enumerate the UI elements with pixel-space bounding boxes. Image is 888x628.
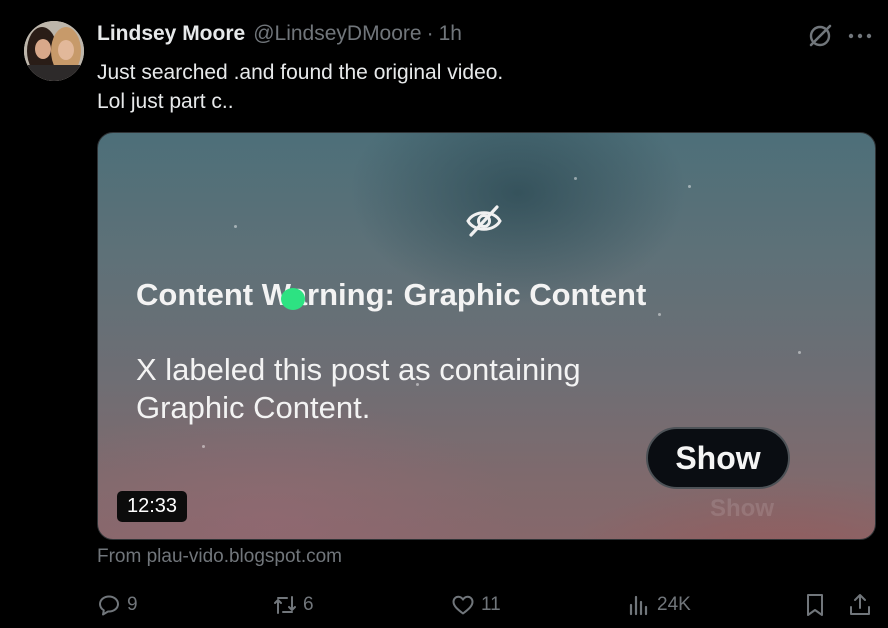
repost-button[interactable]: 6 xyxy=(273,592,314,618)
tweet-header: Lindsey Moore @LindseyDMoore · 1h xyxy=(97,22,462,50)
speck xyxy=(658,313,661,316)
tweet-text: Just searched .and found the original vi… xyxy=(97,58,503,116)
author-name[interactable]: Lindsey Moore xyxy=(97,22,245,46)
avatar-image xyxy=(24,21,84,81)
highlight-dot xyxy=(281,288,305,310)
repost-icon xyxy=(274,596,296,614)
more-icon[interactable] xyxy=(847,30,873,42)
views-count: 24K xyxy=(657,594,691,615)
video-duration: 12:33 xyxy=(117,491,188,522)
tweet[interactable]: Lindsey Moore @LindseyDMoore · 1h Just s… xyxy=(0,0,888,628)
warning-title: Content Warning: Graphic Content xyxy=(136,277,646,313)
warning-text: X labeled this post as containing Graphi… xyxy=(136,352,581,425)
tweet-text-line2: Lol just part c.. xyxy=(97,90,234,113)
speck xyxy=(574,177,577,180)
reply-icon xyxy=(99,595,119,616)
speck xyxy=(688,185,691,188)
speck xyxy=(202,445,205,448)
bookmark-icon[interactable] xyxy=(803,592,827,618)
warning-title-part1: Content W xyxy=(136,277,290,312)
grok-icon[interactable] xyxy=(806,22,834,50)
media-card[interactable]: Content Warning: Graphic Content X label… xyxy=(97,132,876,540)
repost-count: 6 xyxy=(303,594,314,615)
speck xyxy=(798,351,801,354)
reply-button[interactable]: 9 xyxy=(97,592,138,618)
reply-count: 9 xyxy=(127,594,138,615)
separator: · xyxy=(426,22,434,45)
views-icon xyxy=(629,595,648,616)
avatar[interactable] xyxy=(24,21,84,81)
like-count: 11 xyxy=(481,594,501,615)
source-link[interactable]: From plau-vido.blogspot.com xyxy=(97,546,342,568)
ghost-show-label: Show xyxy=(710,495,774,522)
views-button[interactable]: 24K xyxy=(627,592,691,618)
share-icon[interactable] xyxy=(848,592,872,618)
show-button[interactable]: Show xyxy=(646,427,790,489)
speck xyxy=(234,225,237,228)
tweet-text-line1: Just searched .and found the original vi… xyxy=(97,61,504,84)
like-icon xyxy=(452,595,474,615)
warning-title-part2: arning: Graphic Content xyxy=(289,277,647,312)
eye-off-icon xyxy=(466,205,502,237)
like-button[interactable]: 11 xyxy=(451,592,501,618)
timestamp[interactable]: 1h xyxy=(439,22,462,46)
author-handle[interactable]: @LindseyDMoore xyxy=(253,22,421,46)
